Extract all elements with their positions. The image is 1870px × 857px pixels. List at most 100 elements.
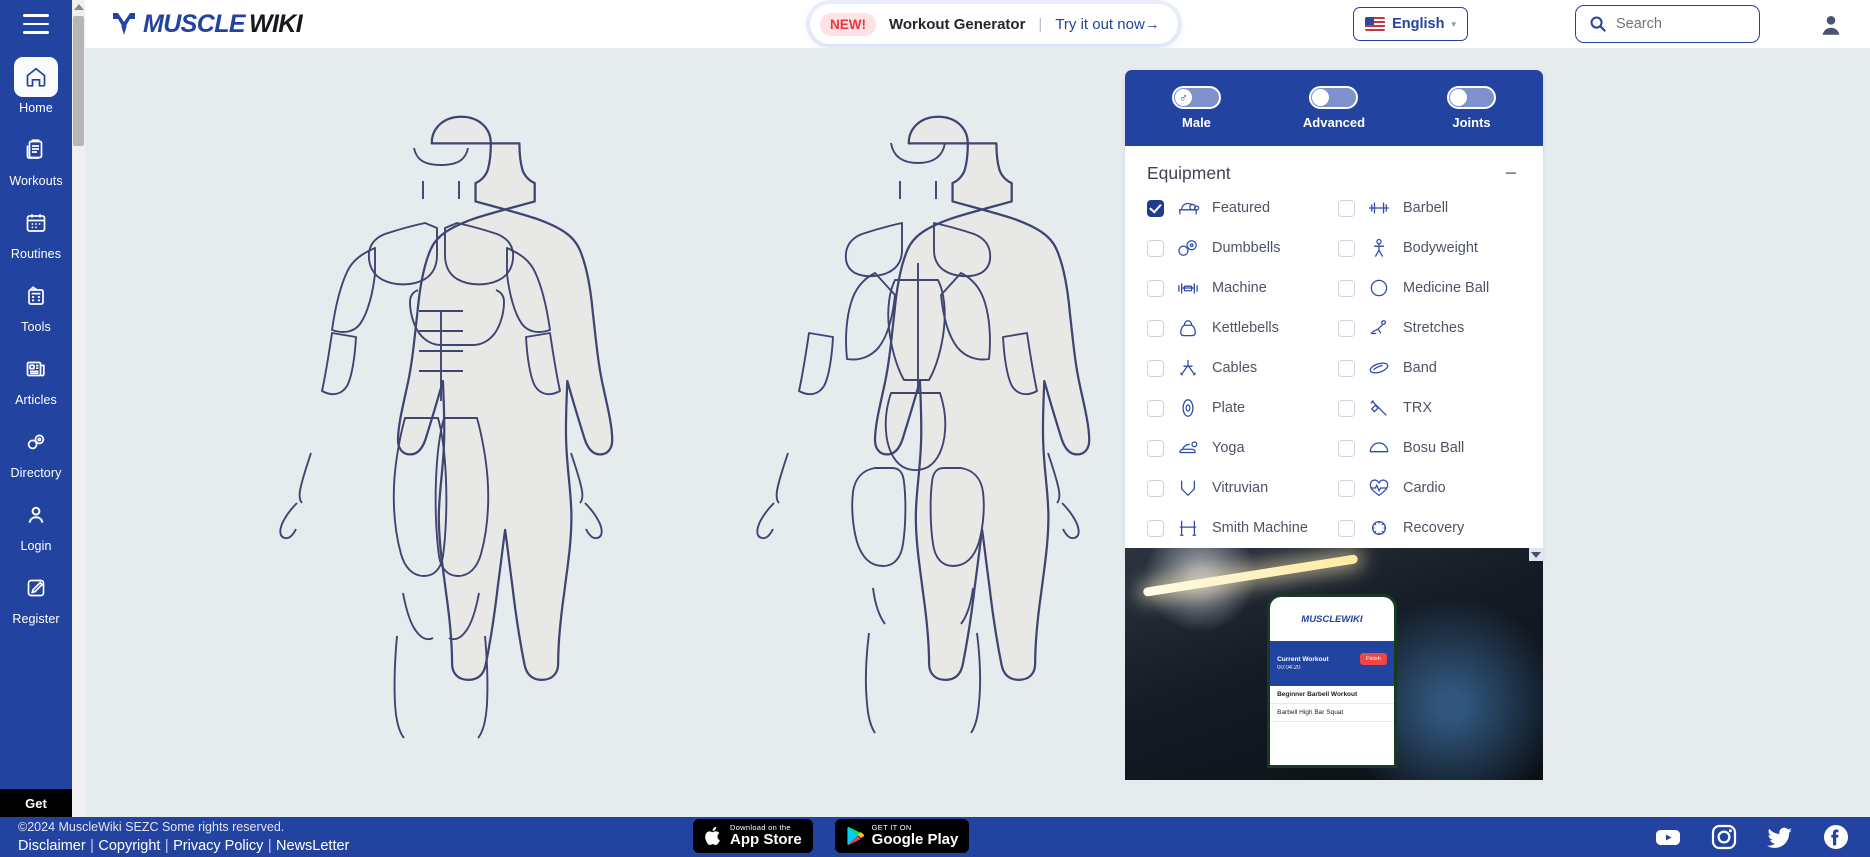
equipment-label: Cables — [1212, 360, 1258, 376]
sidebar-item-label: Routines — [10, 247, 62, 261]
checkbox[interactable] — [1147, 439, 1164, 457]
sidebar-item-home[interactable]: Home — [0, 48, 72, 121]
checkbox[interactable] — [1147, 199, 1164, 217]
equipment-label: Bodyweight — [1403, 240, 1478, 256]
checkbox[interactable] — [1147, 239, 1164, 257]
equipment-item-smith-machine[interactable]: Smith Machine — [1147, 516, 1338, 540]
equipment-item-stretches[interactable]: Stretches — [1338, 316, 1529, 340]
scroll-up-arrow-icon[interactable] — [74, 4, 84, 10]
advertisement-banner[interactable]: MUSCLEWIKI Current Workout 00:04:20 Fini… — [1125, 548, 1543, 780]
search-box[interactable] — [1575, 5, 1760, 43]
checkbox[interactable] — [1338, 239, 1355, 257]
checkbox[interactable] — [1147, 319, 1164, 337]
footer-link-copyright[interactable]: Copyright — [98, 838, 160, 854]
google-play-button[interactable]: GET IT ON Google Play — [834, 819, 970, 853]
checkbox[interactable] — [1147, 519, 1164, 537]
sidebar-item-articles[interactable]: Articles — [0, 340, 72, 413]
footer-link-privacy-policy[interactable]: Privacy Policy — [173, 838, 263, 854]
copyright-text: ©2024 MuscleWiki SEZC Some rights reserv… — [18, 820, 285, 834]
equipment-item-vitruvian[interactable]: Vitruvian — [1147, 476, 1338, 500]
checkbox[interactable] — [1147, 479, 1164, 497]
sidebar-item-workouts[interactable]: Workouts — [0, 121, 72, 194]
workout-generator-promo[interactable]: NEW! Workout Generator | Try it out now→ — [810, 4, 1178, 44]
checkbox[interactable] — [1147, 359, 1164, 377]
twitter-icon[interactable] — [1766, 823, 1794, 851]
sidebar-item-label: Workouts — [9, 174, 63, 188]
checkbox[interactable] — [1147, 399, 1164, 417]
checkbox[interactable] — [1338, 279, 1355, 297]
checkbox[interactable] — [1338, 519, 1355, 537]
joints-toggle-switch[interactable] — [1447, 86, 1497, 109]
get-app-button[interactable]: Get — [0, 789, 72, 817]
equipment-item-machine[interactable]: Machine — [1147, 276, 1338, 300]
equipment-item-recovery[interactable]: Recovery — [1338, 516, 1529, 540]
male-toggle-switch[interactable]: ♂ — [1171, 86, 1221, 109]
footer-link-newsletter[interactable]: NewsLetter — [276, 838, 349, 854]
equipment-item-kettlebells[interactable]: Kettlebells — [1147, 316, 1338, 340]
footer-link-disclaimer[interactable]: Disclaimer — [18, 838, 86, 854]
instagram-icon[interactable] — [1710, 823, 1738, 851]
advanced-toggle-switch[interactable] — [1309, 86, 1359, 109]
equipment-label: Barbell — [1403, 200, 1449, 216]
equipment-item-medicine-ball[interactable]: Medicine Ball — [1338, 276, 1529, 300]
advanced-toggle[interactable]: Advanced — [1303, 86, 1365, 130]
youtube-icon[interactable] — [1654, 823, 1682, 851]
gender-toggle[interactable]: ♂ Male — [1171, 86, 1221, 130]
checkbox[interactable] — [1338, 439, 1355, 457]
search-input[interactable] — [1616, 16, 1746, 32]
filter-toggles: ♂ Male Advanced Joints — [1125, 70, 1543, 146]
site-footer: ©2024 MuscleWiki SEZC Some rights reserv… — [0, 817, 1870, 857]
front-body-diagram — [396, 115, 614, 681]
equipment-item-barbell[interactable]: Barbell — [1338, 196, 1529, 220]
equipment-item-dumbbells[interactable]: Dumbbells — [1147, 236, 1338, 260]
sidebar-item-routines[interactable]: Routines — [0, 194, 72, 267]
ad-close-icon[interactable] — [1529, 548, 1543, 561]
barbell-icon — [1366, 196, 1392, 220]
joints-toggle[interactable]: Joints — [1447, 86, 1497, 130]
machine-icon — [1175, 276, 1201, 300]
logo-text-muscle: MUSCLE — [143, 9, 246, 38]
sidebar-item-tools[interactable]: Tools — [0, 267, 72, 340]
equipment-label: Machine — [1212, 280, 1267, 296]
equipment-label: Vitruvian — [1212, 480, 1269, 496]
apple-icon — [705, 826, 720, 845]
language-selector[interactable]: English ▾ — [1353, 7, 1468, 41]
user-account-icon — [1822, 16, 1840, 35]
sidebar-item-label: Home — [19, 101, 53, 115]
equipment-item-plate[interactable]: Plate — [1147, 396, 1338, 420]
band-icon — [1366, 356, 1392, 380]
medicine-ball-icon — [1366, 276, 1392, 300]
hamburger-icon[interactable] — [0, 0, 72, 48]
logo-mark-icon — [113, 13, 135, 35]
checkbox[interactable] — [1338, 319, 1355, 337]
sidebar-item-login[interactable]: Login — [0, 486, 72, 559]
facebook-icon[interactable] — [1822, 823, 1850, 851]
musclewiki-logo[interactable]: MUSCLE WIKI — [109, 9, 303, 39]
checkbox[interactable] — [1147, 279, 1164, 297]
store-badges: Download on the App Store GET IT ON Goog… — [693, 819, 970, 853]
google-play-big-text: Google Play — [871, 830, 959, 848]
body-diagrams[interactable] — [85, 48, 1210, 817]
checkbox[interactable] — [1338, 359, 1355, 377]
sidebar-item-directory[interactable]: Directory — [0, 413, 72, 486]
equipment-item-band[interactable]: Band — [1338, 356, 1529, 380]
equipment-item-yoga[interactable]: Yoga — [1147, 436, 1338, 460]
equipment-item-trx[interactable]: TRX — [1338, 396, 1529, 420]
promo-cta-link[interactable]: Try it out now→ — [1055, 16, 1159, 33]
main-canvas: ♂ Male Advanced Joints Equipment − Featu… — [85, 48, 1870, 817]
equipment-item-bosu-ball[interactable]: Bosu Ball — [1338, 436, 1529, 460]
equipment-item-bodyweight[interactable]: Bodyweight — [1338, 236, 1529, 260]
checkbox[interactable] — [1338, 399, 1355, 417]
app-store-button[interactable]: Download on the App Store — [693, 819, 813, 853]
sidebar-item-register[interactable]: Register — [0, 559, 72, 632]
ad-exercise-name: Barbell High Bar Squat — [1270, 704, 1394, 723]
equipment-item-cardio[interactable]: Cardio — [1338, 476, 1529, 500]
checkbox[interactable] — [1338, 479, 1355, 497]
equipment-item-cables[interactable]: Cables — [1147, 356, 1338, 380]
equipment-list: Featured Barbell Dumbbells Bodyweight Ma… — [1125, 190, 1543, 562]
account-button[interactable] — [1814, 8, 1848, 42]
equipment-item-featured[interactable]: Featured — [1147, 196, 1338, 220]
checkbox[interactable] — [1338, 199, 1355, 217]
scrollbar-thumb[interactable] — [73, 16, 84, 146]
collapse-equipment-button[interactable]: − — [1501, 163, 1521, 184]
